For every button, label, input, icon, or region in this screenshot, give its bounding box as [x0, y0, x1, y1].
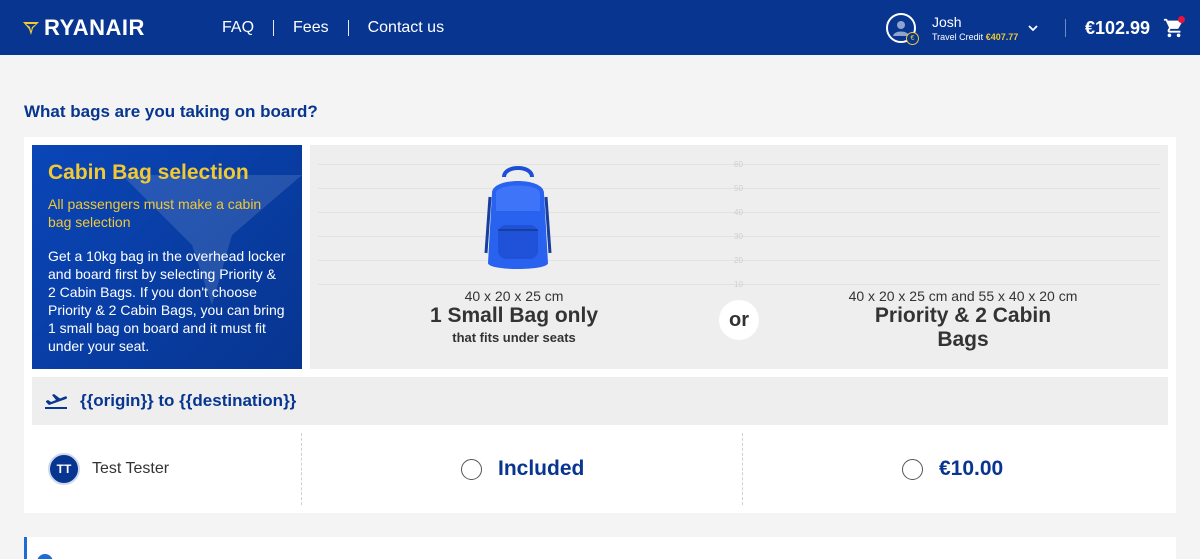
panel-title: Cabin Bag selection: [48, 161, 249, 184]
option-priority-bags[interactable]: €10.00: [902, 433, 1003, 505]
priority-bag-title: Priority & 2 Cabin Bags: [874, 304, 1052, 351]
scale-label: 60: [734, 160, 743, 169]
priority-bag-dimensions: 40 x 20 x 25 cm and 55 x 40 x 20 cm: [848, 288, 1078, 304]
passenger-info: TT Test Tester: [48, 433, 169, 505]
passenger-row: TT Test Tester Included €10.00: [32, 433, 1168, 505]
nav-faq[interactable]: FAQ: [222, 19, 254, 37]
user-menu[interactable]: € Josh Travel Credit €407.77: [886, 12, 1038, 45]
user-name: Josh: [932, 13, 962, 30]
basket-total[interactable]: €102.99: [1085, 18, 1150, 39]
column-divider: [301, 433, 302, 505]
travel-credit-label: Travel Credit: [932, 31, 984, 42]
nav-contact-us[interactable]: Contact us: [368, 19, 444, 37]
scale-label: 10: [734, 280, 743, 289]
header-divider: [1065, 19, 1066, 37]
info-icon: [37, 554, 53, 559]
passenger-name: Test Tester: [92, 460, 170, 477]
cart-notification-dot: [1178, 16, 1185, 23]
main-nav: FAQ Fees Contact us: [222, 0, 444, 55]
ryanair-logo[interactable]: RYANAIR: [22, 14, 145, 42]
credit-badge-icon: €: [906, 32, 919, 45]
small-bag-dimensions: 40 x 20 x 25 cm: [464, 288, 564, 304]
chevron-down-icon[interactable]: [1028, 24, 1038, 32]
panel-subtitle: All passengers must make a cabin bag sel…: [48, 196, 262, 230]
user-avatar: €: [886, 13, 919, 45]
top-header: RYANAIR FAQ Fees Contact us € Josh Trave…: [0, 0, 1200, 55]
scale-label: 40: [734, 208, 743, 217]
small-bag-title: 1 Small Bag only: [429, 304, 599, 327]
cabin-bag-card: Cabin Bag selection All passengers must …: [24, 137, 1176, 513]
small-bag-note: that fits under seats: [452, 330, 576, 345]
harp-icon: [23, 22, 39, 35]
small-bag-radio[interactable]: [461, 458, 482, 480]
small-bag-option-label[interactable]: Included: [498, 457, 584, 481]
bag-comparison: 60 50 40 30 20 10 40 x 20 x 25 cm 1 Smal…: [310, 145, 1168, 369]
nav-fees[interactable]: Fees: [293, 19, 329, 37]
route-header: {{origin}} to {{destination}}: [32, 377, 1168, 425]
scale-label: 50: [734, 184, 743, 193]
plane-takeoff-icon: [45, 394, 68, 409]
option-small-bag[interactable]: Included: [461, 433, 584, 505]
brand-name: RYANAIR: [44, 15, 145, 40]
passenger-avatar: TT: [48, 453, 80, 485]
scale-label: 20: [734, 256, 743, 265]
scale-label: 30: [734, 232, 743, 241]
travel-credit-amount: €407.77: [985, 31, 1019, 42]
or-divider: or: [719, 300, 759, 340]
cabin-bag-info-panel: Cabin Bag selection All passengers must …: [32, 145, 302, 369]
travel-credit: Travel Credit €407.77: [932, 31, 1019, 42]
nav-divider: [273, 19, 275, 36]
column-divider: [742, 433, 743, 505]
panel-body: Get a 10kg bag in the overhead locker an…: [48, 248, 286, 354]
page-title: What bags are you taking on board?: [24, 102, 318, 121]
info-notice: [24, 537, 1176, 559]
priority-bags-radio[interactable]: [902, 458, 923, 480]
backpack-icon: [484, 166, 552, 269]
priority-bags-option-label[interactable]: €10.00: [939, 457, 1003, 481]
route-label: {{origin}} to {{destination}}: [80, 391, 297, 410]
nav-divider: [347, 19, 349, 36]
